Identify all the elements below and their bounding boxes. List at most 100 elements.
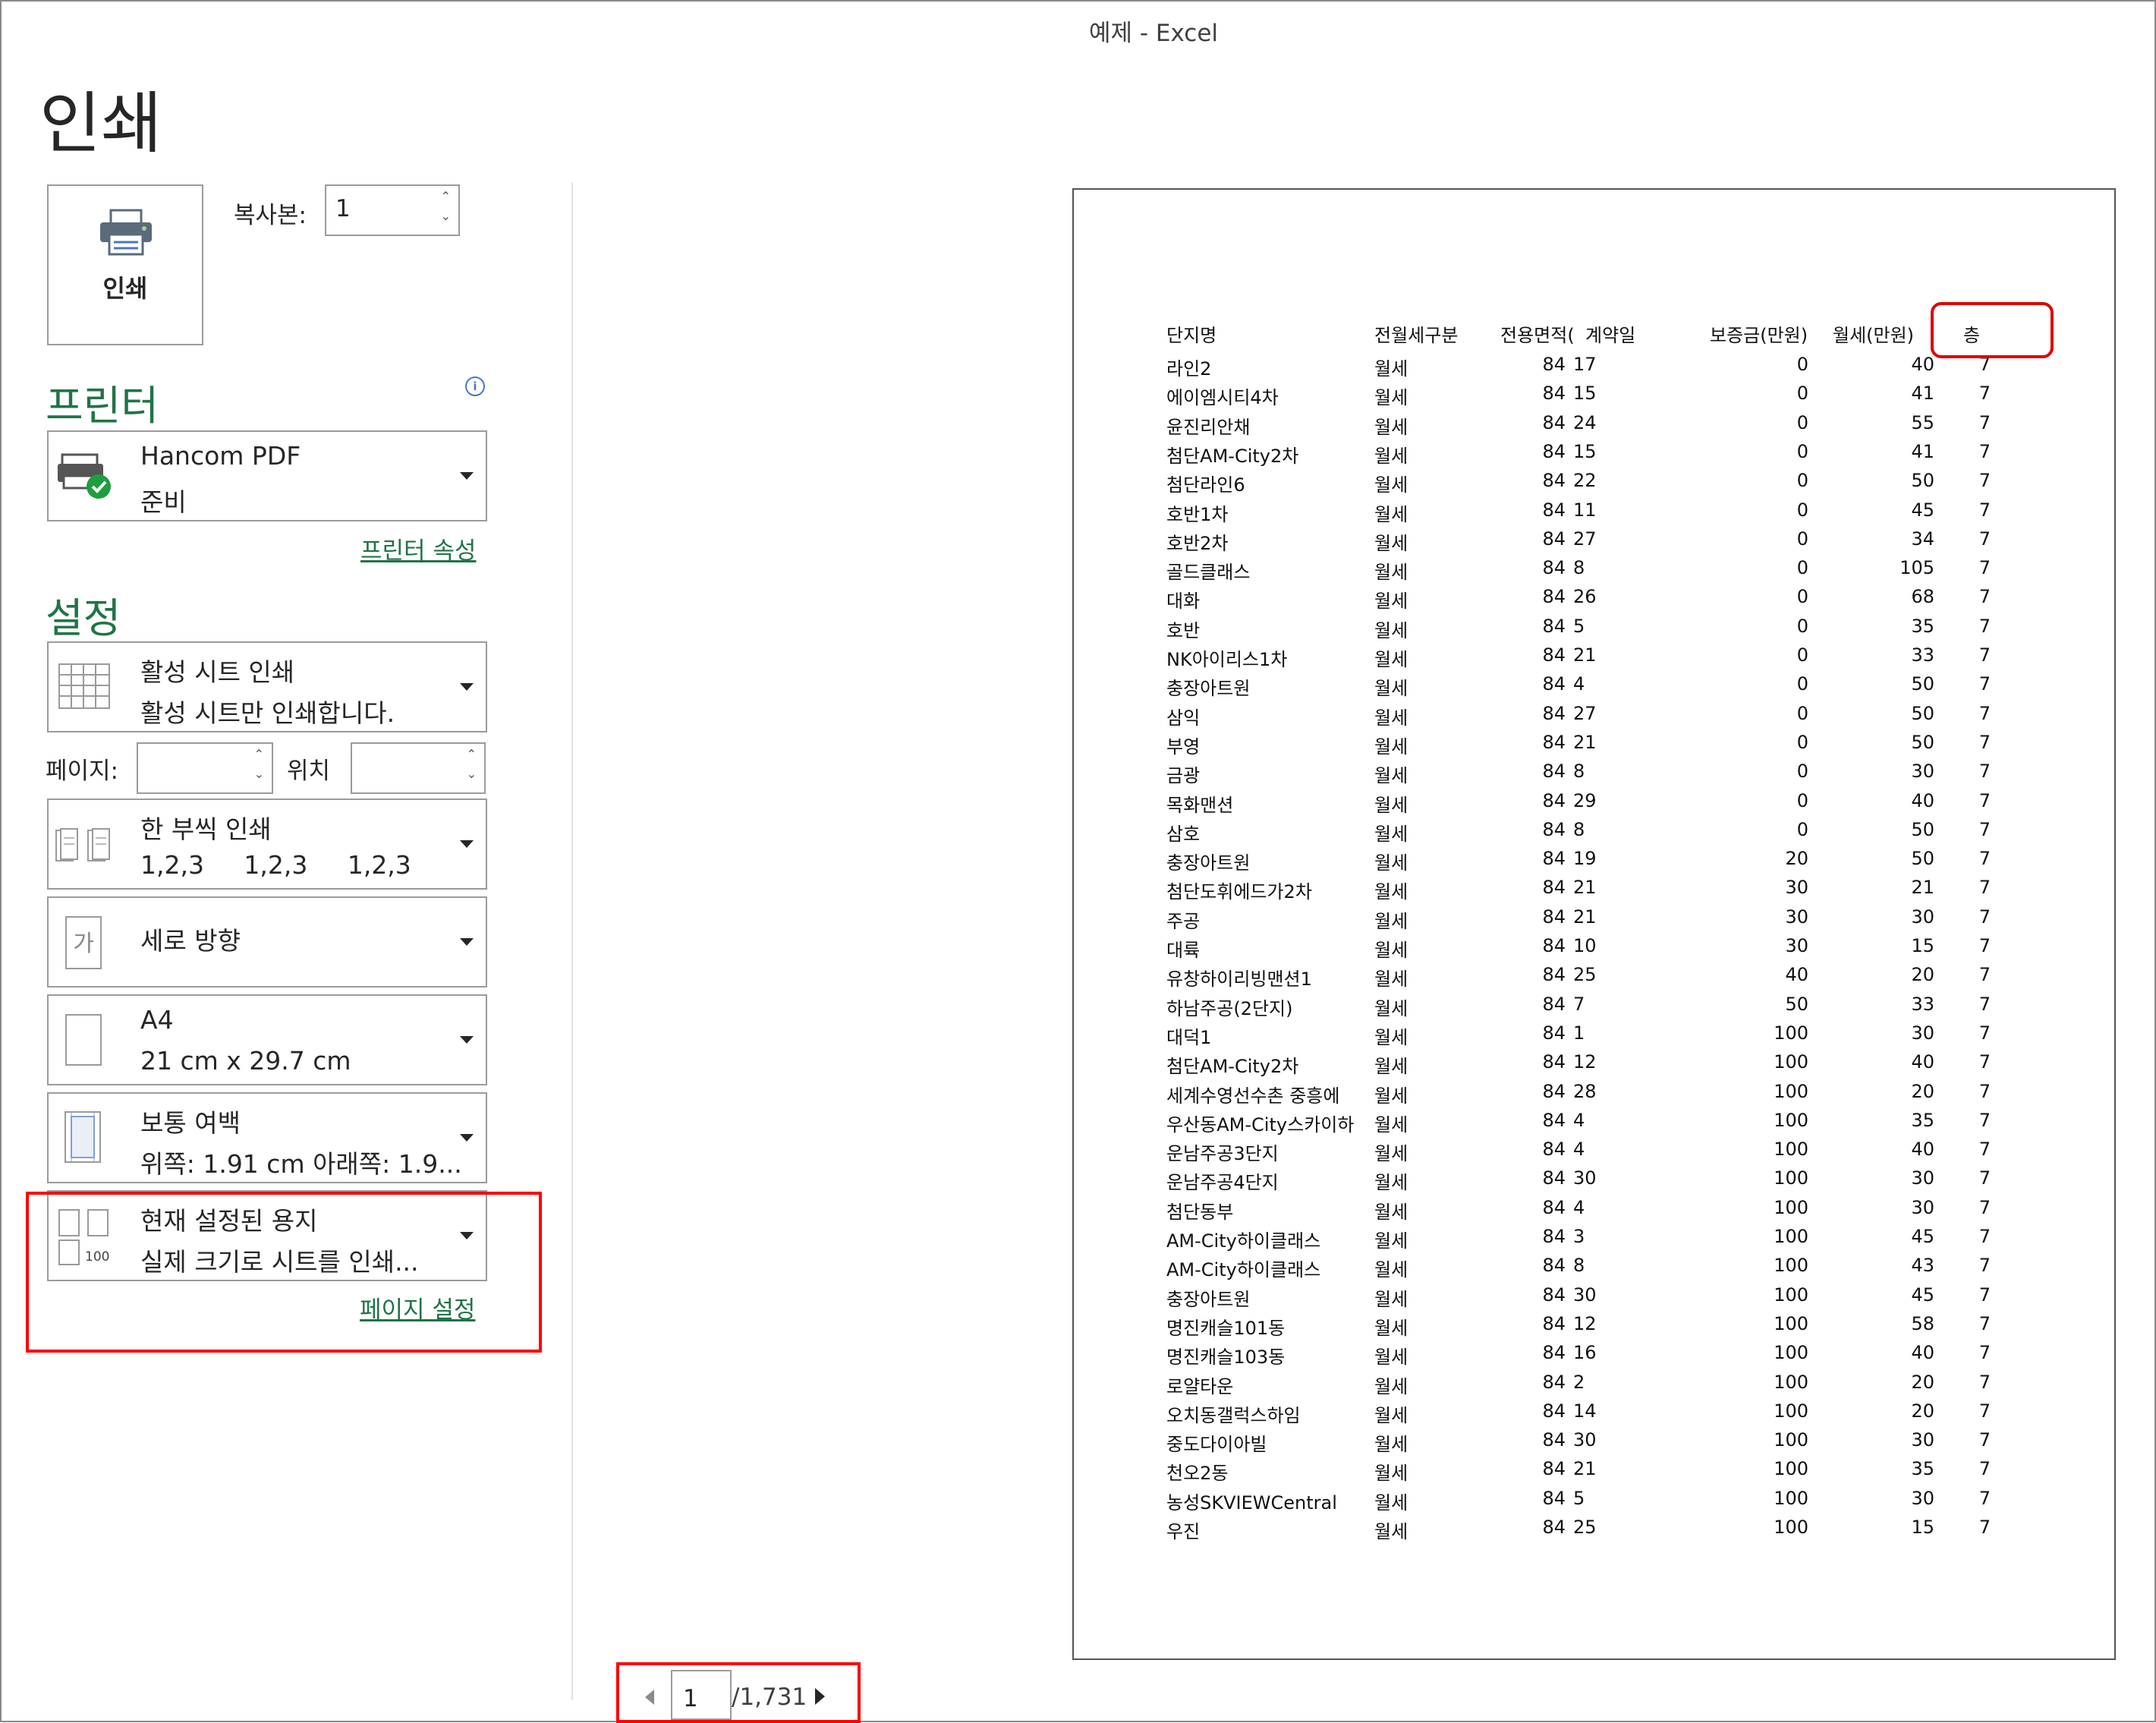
print-scope-desc: 활성 시트만 인쇄합니다. xyxy=(140,698,395,728)
paper-size-dropdown[interactable]: A4 21 cm x 29.7 cm xyxy=(47,994,487,1085)
preview-data-cell: 오치동갤럭스하임 xyxy=(1166,1404,1301,1426)
preview-data-cell: 월세 xyxy=(1374,416,1408,438)
preview-data-cell: 84 xyxy=(1542,1400,1566,1422)
preview-data-cell: 첨단동부 xyxy=(1166,1201,1234,1223)
preview-data-cell: 24 xyxy=(1573,411,1597,433)
preview-data-cell: 84 xyxy=(1542,1255,1566,1277)
preview-data-cell: 29 xyxy=(1573,789,1597,811)
preview-data-cell: 하남주공(2단지) xyxy=(1166,997,1293,1019)
printer-heading: 프린터 xyxy=(46,382,159,430)
preview-data-cell: 삼호 xyxy=(1166,823,1201,845)
pages-to-input[interactable]: ⌃ ⌄ xyxy=(351,742,486,794)
preview-data-cell: 4 xyxy=(1573,1109,1585,1131)
spin-up-icon[interactable]: ⌃ xyxy=(441,189,451,203)
preview-data-cell: 월세 xyxy=(1374,881,1408,903)
info-icon[interactable]: i xyxy=(465,376,485,396)
preview-data-cell: 50 xyxy=(1911,470,1934,492)
preview-data-cell: 68 xyxy=(1911,586,1934,608)
highlight-circle xyxy=(1931,302,2054,358)
printer-ready-icon xyxy=(58,453,111,499)
preview-data-cell: 30 xyxy=(1573,1167,1597,1189)
print-preview-page: 단지명 전월세구분 전용면적(계약일 보증금(만원) 월세(만원) 층 라인2 월세 84 17 0… xyxy=(1072,188,2116,1660)
preview-data-cell: 월세 xyxy=(1374,969,1408,991)
preview-data-cell: 84 xyxy=(1542,1196,1566,1218)
copies-value: 1 xyxy=(335,195,351,222)
preview-data-cell: 7 xyxy=(1978,440,1991,462)
preview-data-cell: 5 xyxy=(1573,615,1585,637)
printer-icon xyxy=(100,209,152,256)
spin-down-icon[interactable]: ⌄ xyxy=(254,767,264,781)
print-button[interactable]: 인쇄 xyxy=(47,184,203,345)
preview-data-cell: 100 xyxy=(1774,1051,1808,1073)
preview-data-cell: 명진캐슬101동 xyxy=(1166,1317,1286,1339)
preview-data-cell: 58 xyxy=(1911,1312,1934,1334)
preview-data-cell: 16 xyxy=(1573,1342,1597,1364)
chevron-down-icon xyxy=(460,683,474,691)
collate-icon xyxy=(55,828,110,862)
preview-data-cell: 45 xyxy=(1911,499,1934,521)
preview-data-cell: 월세 xyxy=(1374,940,1408,961)
preview-data-cell: 7 xyxy=(1978,1284,1991,1306)
preview-data-cell: 100 xyxy=(1774,1517,1808,1538)
orientation-dropdown[interactable]: 가 세로 방향 xyxy=(47,896,487,987)
preview-data-cell: 84 xyxy=(1542,1342,1566,1364)
preview-data-cell: 0 xyxy=(1796,383,1808,405)
spin-up-icon[interactable]: ⌃ xyxy=(467,747,477,761)
preview-data-cell: 17 xyxy=(1573,354,1597,375)
preview-data-cell: 농성SKVIEWCentral xyxy=(1166,1491,1337,1514)
preview-data-cell: 15 xyxy=(1911,935,1934,956)
highlight-box xyxy=(26,1192,542,1353)
preview-data-cell: 30 xyxy=(1573,1429,1597,1451)
preview-data-cell: 30 xyxy=(1911,1022,1934,1044)
spin-up-icon[interactable]: ⌃ xyxy=(254,747,264,761)
print-scope-title: 활성 시트 인쇄 xyxy=(140,657,295,687)
preview-data-cell: 100 xyxy=(1774,1458,1808,1480)
paper-size-title: A4 xyxy=(140,1005,174,1035)
preview-data-cell: 월세 xyxy=(1374,591,1408,613)
pages-from-input[interactable]: ⌃ ⌄ xyxy=(137,742,273,794)
preview-data-cell: 0 xyxy=(1796,440,1808,462)
preview-data-cell: 월세 xyxy=(1374,1056,1408,1078)
preview-data-cell: 25 xyxy=(1573,964,1597,986)
spin-down-icon[interactable]: ⌄ xyxy=(441,209,451,223)
preview-data-cell: 0 xyxy=(1796,731,1808,753)
preview-data-cell: 7 xyxy=(1978,1458,1991,1480)
preview-data-cell: 0 xyxy=(1796,789,1808,811)
print-scope-dropdown[interactable]: 활성 시트 인쇄 활성 시트만 인쇄합니다. xyxy=(47,641,487,732)
printer-dropdown[interactable]: Hancom PDF 준비 xyxy=(47,430,487,521)
preview-data-cell: 84 xyxy=(1542,470,1566,492)
preview-data-cell: 20 xyxy=(1785,848,1808,870)
printer-properties-link[interactable]: 프린터 속성 xyxy=(360,531,476,565)
preview-data-cell: 30 xyxy=(1573,1284,1597,1306)
preview-data-cell: 0 xyxy=(1796,818,1808,840)
preview-data-cell: 100 xyxy=(1774,1167,1808,1189)
preview-data-cell: 7 xyxy=(1978,673,1991,695)
preview-data-cell: 84 xyxy=(1542,615,1566,637)
preview-data-cell: 22 xyxy=(1573,470,1597,492)
preview-data-cell: 50 xyxy=(1911,702,1934,724)
preview-data-cell: 100 xyxy=(1774,1342,1808,1364)
preview-data-cell: 운남주공4단지 xyxy=(1166,1172,1279,1194)
preview-data-cell: 7 xyxy=(1978,993,1991,1015)
copies-stepper[interactable]: 1 ⌃ ⌄ xyxy=(325,184,460,236)
margins-dropdown[interactable]: 보통 여백 위쪽: 1.91 cm 아래쪽: 1.9... xyxy=(47,1092,487,1183)
preview-data-cell: 7 xyxy=(1978,586,1991,608)
preview-data-cell: 100 xyxy=(1774,1196,1808,1218)
preview-data-cell: AM-City하이클래스 xyxy=(1166,1259,1321,1281)
preview-data-cell: 0 xyxy=(1796,644,1808,666)
preview-data-cell: 84 xyxy=(1542,1109,1566,1131)
preview-data-cell: 84 xyxy=(1542,1429,1566,1451)
collate-dropdown[interactable]: 한 부씩 인쇄 1,2,3 1,2,3 1,2,3 xyxy=(47,799,487,890)
preview-data-cell: 100 xyxy=(1774,1487,1808,1509)
preview-data-cell: 7 xyxy=(1978,1429,1991,1451)
preview-data-cell: 20 xyxy=(1911,964,1934,986)
preview-data-cell: 8 xyxy=(1573,557,1585,579)
preview-data-cell: 105 xyxy=(1899,557,1934,579)
preview-data-cell: 7 xyxy=(1978,848,1991,870)
preview-data-cell: 30 xyxy=(1785,906,1808,928)
preview-data-cell: 7 xyxy=(1978,528,1991,550)
preview-data-cell: 7 xyxy=(1978,964,1991,986)
preview-data-cell: 월세 xyxy=(1374,649,1408,670)
spin-down-icon[interactable]: ⌄ xyxy=(467,767,477,781)
preview-data-cell: 충장아트원 xyxy=(1166,852,1251,874)
